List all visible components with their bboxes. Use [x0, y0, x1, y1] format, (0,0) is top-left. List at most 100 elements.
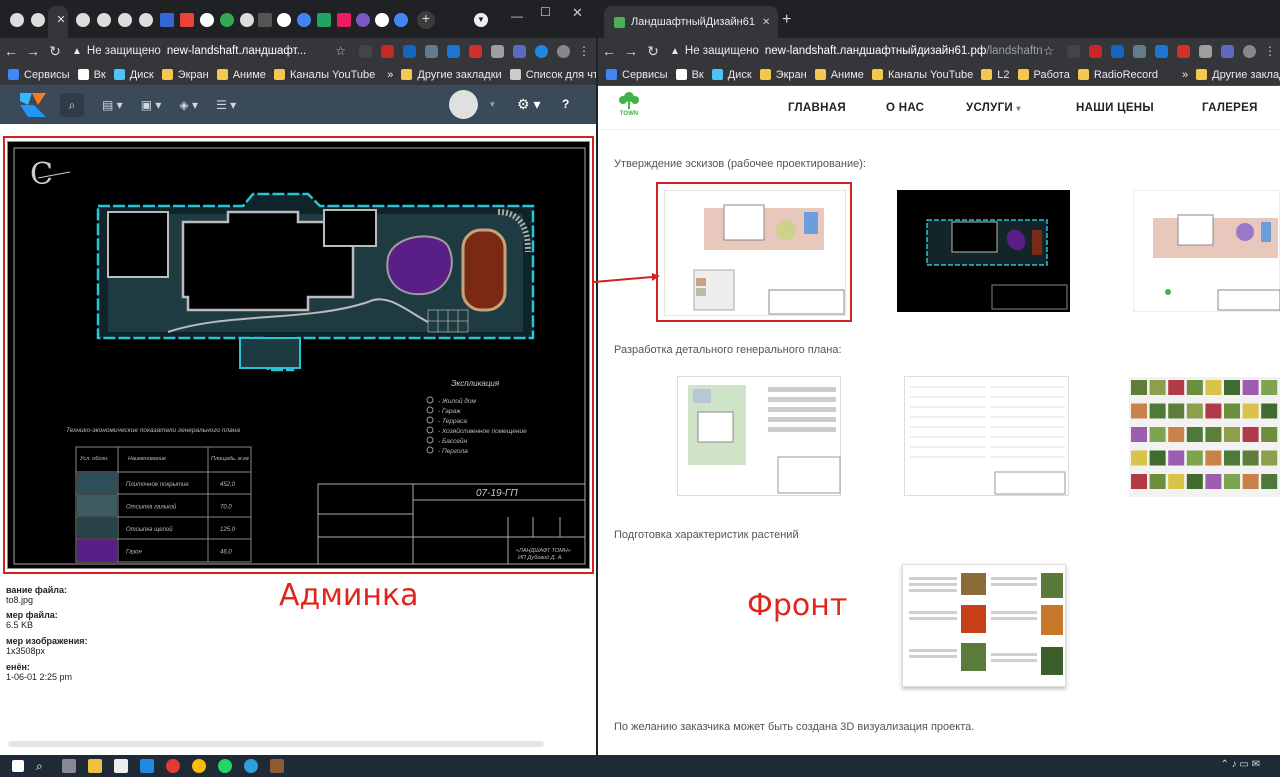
back-icon[interactable]: ← — [0, 43, 22, 59]
help-icon[interactable]: ? — [562, 97, 569, 111]
reload-icon[interactable]: ↻ — [642, 43, 664, 60]
tab-icon[interactable] — [139, 13, 153, 27]
whatsapp-icon[interactable] — [218, 759, 232, 773]
site-logo[interactable]: TOWN — [612, 92, 646, 117]
chrome-icon[interactable] — [192, 759, 206, 773]
task-view-icon[interactable] — [62, 759, 76, 773]
store-icon[interactable] — [114, 759, 128, 773]
tab-icon[interactable] — [394, 13, 408, 27]
tab-icon[interactable] — [337, 13, 351, 27]
plant-specs-thumb[interactable] — [902, 564, 1066, 687]
ext-icon[interactable] — [513, 44, 526, 58]
gear-icon[interactable]: ⚙ ▾ — [517, 96, 540, 113]
forward-icon[interactable]: → — [22, 43, 44, 59]
opera-icon[interactable] — [166, 759, 180, 773]
adblock-ext-icon[interactable] — [381, 44, 394, 58]
ext-icon[interactable] — [447, 44, 460, 58]
ext-icon[interactable] — [1221, 44, 1234, 58]
google-tab-icon[interactable] — [375, 13, 389, 27]
app-icon[interactable] — [270, 759, 284, 773]
sliders-icon[interactable]: ☰ ▾ — [216, 98, 236, 112]
menu-dots-icon[interactable]: ⋮ — [578, 44, 590, 58]
new-tab-icon[interactable]: + — [782, 11, 791, 29]
profile-icon[interactable] — [1243, 44, 1256, 58]
bookmark-item[interactable]: Сервисы — [606, 69, 668, 81]
close-window-icon[interactable]: ✕ — [572, 5, 583, 21]
adblock-ext-icon[interactable] — [1089, 44, 1102, 58]
ext-icon[interactable] — [425, 44, 438, 58]
reload-icon[interactable]: ↻ — [44, 43, 66, 60]
bookmark-item[interactable]: Вк — [77, 69, 106, 81]
nav-gallery[interactable]: ГАЛЕРЕЯ — [1202, 102, 1258, 114]
vk-ext-icon[interactable] — [1067, 44, 1080, 58]
image-icon[interactable]: ▣ ▾ — [141, 98, 162, 112]
bookmark-item[interactable]: Другие закладки — [401, 69, 502, 81]
address-bar[interactable]: ▲ Не защищено new-landshaft.ландшафт... — [72, 40, 335, 62]
tab-icon[interactable] — [31, 13, 45, 27]
ext-icon[interactable] — [535, 44, 548, 58]
bookmark-item[interactable]: Экран — [161, 69, 209, 81]
ext-icon[interactable] — [403, 44, 416, 58]
maximize-icon[interactable]: ☐ — [540, 5, 551, 19]
bookmark-item[interactable]: Экран — [759, 69, 807, 81]
profile-icon[interactable] — [557, 44, 570, 58]
tab-icon[interactable] — [240, 13, 254, 27]
bookmark-item[interactable]: Каналы YouTube — [273, 69, 375, 81]
google-tab-icon[interactable] — [200, 13, 214, 27]
bookmark-item[interactable]: L2 — [981, 69, 1010, 81]
search-icon[interactable]: ⌕ — [36, 759, 50, 773]
bookmark-item[interactable]: Аниме — [814, 69, 864, 81]
forward-icon[interactable]: → — [620, 43, 642, 59]
explorer-icon[interactable] — [88, 759, 102, 773]
tab-icon[interactable] — [317, 13, 331, 27]
tray-icons[interactable]: ⌃ ♪ ▭ ✉ — [1220, 759, 1260, 770]
admin-scrollbar[interactable] — [8, 741, 544, 747]
tab-icon[interactable] — [118, 13, 132, 27]
star-icon[interactable]: ☆ — [1043, 44, 1054, 58]
bookmark-item[interactable]: Каналы YouTube — [871, 69, 973, 81]
document-icon[interactable]: ▤ ▾ — [102, 98, 123, 112]
sketch-thumb-1[interactable] — [656, 182, 852, 322]
bookmark-item[interactable]: Диск — [113, 69, 154, 81]
address-bar[interactable]: ▲ Не защищено new-landshaft.ландшафтныйд… — [670, 40, 1043, 62]
tab-search-icon[interactable]: ▼ — [474, 13, 488, 27]
plan-thumb-2[interactable] — [904, 376, 1069, 496]
admin-logo-icon[interactable] — [18, 91, 48, 119]
avatar[interactable] — [449, 90, 478, 119]
puzzle-icon[interactable] — [1199, 44, 1212, 58]
nav-home[interactable]: ГЛАВНАЯ — [788, 102, 846, 114]
start-icon[interactable] — [12, 760, 24, 772]
google-tab-icon[interactable] — [277, 13, 291, 27]
tab-icon[interactable] — [97, 13, 111, 27]
close-tab-icon[interactable]: ✕ — [762, 17, 770, 28]
bookmark-item[interactable]: Другие закладки — [1196, 69, 1280, 81]
bookmark-item[interactable]: Аниме — [216, 69, 266, 81]
tab-icon[interactable] — [160, 13, 174, 27]
bookmarks-more[interactable]: » — [1182, 69, 1188, 81]
avatar-dropdown-icon[interactable]: ▾ — [490, 99, 495, 110]
minimize-icon[interactable]: — — [511, 9, 523, 23]
cube-icon[interactable]: ◈ ▾ — [179, 98, 198, 112]
sketch-thumb-3[interactable] — [1132, 189, 1280, 313]
ext-icon[interactable] — [1111, 44, 1124, 58]
menu-dots-icon[interactable]: ⋮ — [1264, 44, 1276, 58]
tab-icon[interactable] — [76, 13, 90, 27]
ext-icon[interactable] — [1133, 44, 1146, 58]
mail-icon[interactable] — [140, 759, 154, 773]
bookmark-item[interactable]: Вк — [675, 69, 704, 81]
nav-about[interactable]: О НАС — [886, 102, 924, 114]
ext-icon[interactable] — [469, 44, 482, 58]
bookmark-item[interactable]: Диск — [711, 69, 752, 81]
back-icon[interactable]: ← — [598, 43, 620, 59]
tab-icon[interactable] — [10, 13, 24, 27]
bookmark-item[interactable]: Работа — [1017, 69, 1070, 81]
bookmark-item[interactable]: RadioRecord — [1077, 69, 1158, 81]
telegram-icon[interactable] — [244, 759, 258, 773]
search-icon[interactable]: ⌕ — [60, 93, 84, 117]
star-icon[interactable]: ☆ — [335, 44, 346, 58]
gmail-tab-icon[interactable] — [180, 13, 194, 27]
puzzle-icon[interactable] — [491, 44, 504, 58]
plants-thumb[interactable] — [1129, 377, 1280, 497]
close-tab-icon[interactable]: ✕ — [54, 13, 68, 27]
bookmark-item[interactable]: Список для чтения — [509, 69, 596, 81]
